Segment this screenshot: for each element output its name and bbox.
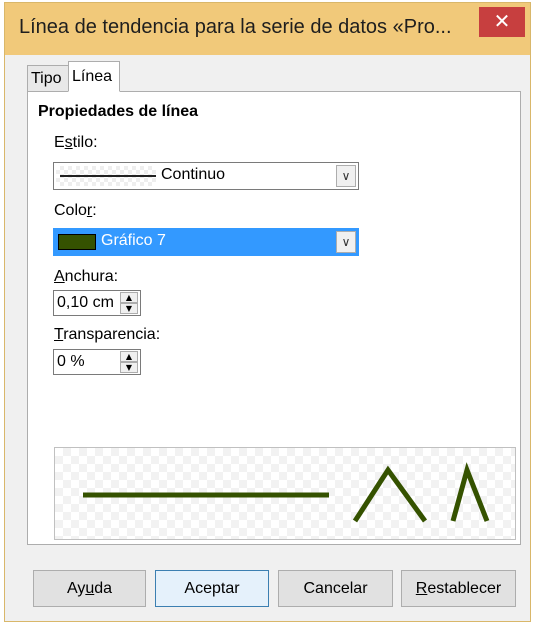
dialog-title: Línea de tendencia para la serie de dato…	[19, 16, 452, 38]
style-dropdown[interactable]: Continuo ∨	[53, 162, 359, 190]
chevron-down-icon[interactable]: ∨	[336, 165, 356, 187]
ok-button[interactable]: Aceptar	[155, 570, 269, 607]
style-value: Continuo	[161, 166, 226, 183]
line-preview-graphic	[83, 462, 490, 523]
color-value: Gráfico 7	[101, 232, 166, 249]
preview-narrow-angle-line	[450, 462, 490, 522]
reset-button[interactable]: Restablecer	[401, 570, 516, 607]
width-spinbox[interactable]: 0,10 cm ▲ ▼	[53, 290, 141, 316]
preview-wide-angle-line	[352, 465, 428, 523]
increment-arrow-icon[interactable]: ▲	[120, 351, 138, 362]
transparency-value: 0 %	[57, 353, 85, 370]
dialog-window: Línea de tendencia para la serie de dato…	[4, 2, 531, 622]
chevron-down-icon[interactable]: ∨	[336, 231, 356, 253]
decrement-arrow-icon[interactable]: ▼	[120, 362, 138, 373]
width-label: Anchura:	[54, 268, 119, 285]
line-preview	[54, 447, 516, 540]
close-button[interactable]: ✕	[479, 7, 525, 37]
section-title: Propiedades de línea	[38, 103, 199, 120]
color-dropdown[interactable]: Gráfico 7 ∨	[53, 228, 359, 256]
transparency-label: Transparencia:	[54, 326, 161, 343]
title-bar[interactable]: Línea de tendencia para la serie de dato…	[5, 3, 530, 55]
close-icon: ✕	[493, 9, 511, 33]
line-style-swatch	[60, 175, 156, 177]
tab-tipo[interactable]: Tipo	[27, 65, 69, 92]
width-value: 0,10 cm	[57, 294, 114, 311]
decrement-arrow-icon[interactable]: ▼	[120, 303, 138, 314]
color-label: Color:	[54, 202, 97, 219]
tab-linea[interactable]: Línea	[68, 61, 120, 92]
cancel-button[interactable]: Cancelar	[278, 570, 393, 607]
help-button[interactable]: Ayuda	[33, 570, 146, 607]
transparency-spinbox[interactable]: 0 % ▲ ▼	[53, 349, 141, 375]
color-swatch	[58, 234, 96, 250]
style-label: Estilo:	[54, 134, 98, 151]
increment-arrow-icon[interactable]: ▲	[120, 292, 138, 303]
tab-panel-linea: Propiedades de línea Estilo: Continuo ∨ …	[27, 91, 521, 545]
